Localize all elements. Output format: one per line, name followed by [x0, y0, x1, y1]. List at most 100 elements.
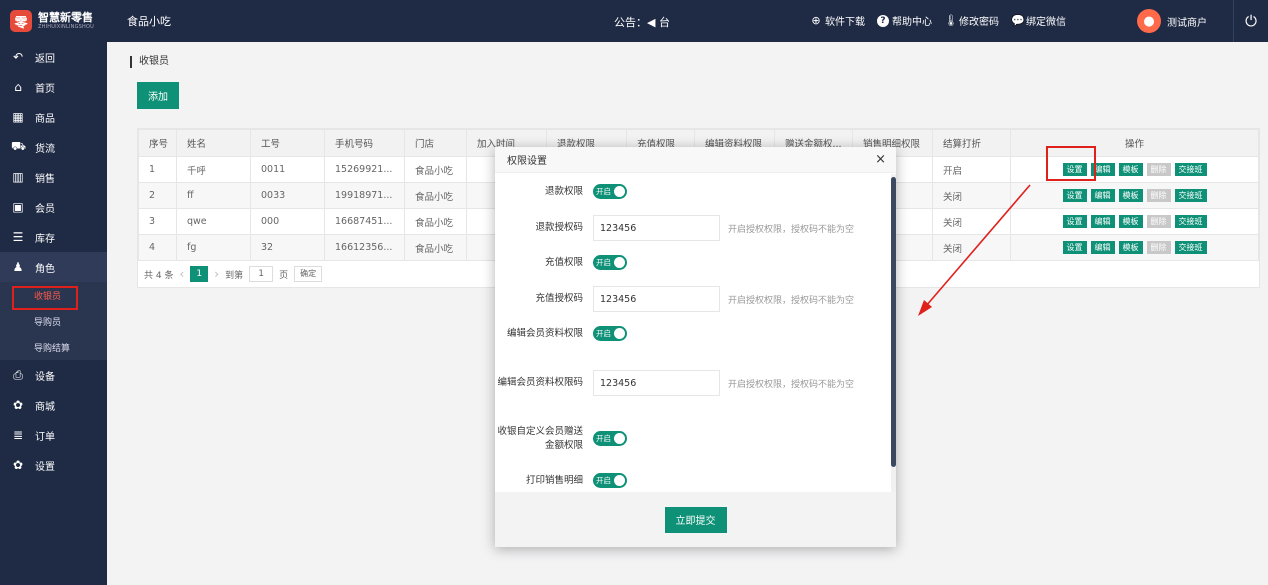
hint-refund-auth-code: 开启授权权限，授权码不能为空 [728, 225, 855, 235]
power-icon: ⏻ [1245, 12, 1257, 30]
dialog-scrollbar[interactable] [891, 174, 896, 492]
dialog-footer: 立即提交 [495, 492, 896, 547]
sidebar-item-home[interactable]: ⌂ 首页 [0, 72, 107, 102]
sidebar-item-members[interactable]: ▣ 会员 [0, 192, 107, 222]
table-cell: 32 [250, 234, 325, 261]
sidebar-item-mall[interactable]: ✿ 商城 [0, 390, 107, 420]
chat-icon: 💬 [1011, 13, 1025, 27]
sidebar-subitem-guide[interactable]: 导购员 [0, 308, 107, 334]
toggle-knob [614, 186, 625, 197]
sidebar-item-back[interactable]: ↶ 返回 [0, 42, 107, 72]
next-page-icon[interactable]: › [214, 267, 219, 281]
form-row-edit-member-auth-code: 编辑会员资料权限码 开启授权权限，授权码不能为空 [495, 370, 890, 396]
template-button[interactable]: 模板 [1118, 215, 1143, 228]
toggle-custom-gift-permission[interactable]: 开启 [593, 431, 627, 446]
toggle-refund-permission[interactable]: 开启 [593, 184, 627, 199]
goto-page-input[interactable]: 1 [249, 266, 274, 282]
shift-handover-button[interactable]: 交接班 [1174, 189, 1207, 202]
printer-icon: ⎙ [13, 367, 23, 382]
logo-subtitle: ZHIHUIXINLINGSHOU [38, 24, 94, 30]
gear-icon: ✿ [12, 398, 24, 412]
col-phone: 手机号码 [324, 129, 405, 157]
sidebar-item-logistics[interactable]: ⛟ 货流 [0, 132, 107, 162]
input-recharge-auth-code[interactable] [593, 286, 720, 312]
table-cell: 0033 [250, 182, 325, 209]
toggle-edit-member-permission[interactable]: 开启 [593, 326, 627, 341]
sidebar-item-roles[interactable]: ♟ 角色 [0, 252, 107, 282]
add-button[interactable]: 添加 [137, 82, 179, 109]
database-icon: ☰ [12, 230, 24, 244]
logo-name: 智慧新零售 [38, 11, 93, 24]
sidebar-item-inventory[interactable]: ☰ 库存 [0, 222, 107, 252]
delete-button[interactable]: 删除 [1146, 241, 1171, 254]
delete-button[interactable]: 删除 [1146, 215, 1171, 228]
operations-cell: 设置 编辑 模板 删除 交接班 [1010, 234, 1259, 261]
member-card-icon: ▣ [12, 200, 24, 214]
col-store: 门店 [404, 129, 467, 157]
home-icon: ⌂ [14, 80, 22, 94]
breadcrumb: 收银员 [130, 56, 169, 68]
notice-bar[interactable]: 公告：◀ 台 [614, 14, 670, 30]
page-1[interactable]: 1 [190, 266, 209, 282]
form-row-edit-member-permission: 编辑会员资料权限 开启 [495, 326, 890, 341]
submit-button[interactable]: 立即提交 [664, 506, 727, 533]
user-menu[interactable]: ● 测试商户 [1137, 9, 1207, 33]
sidebar-item-devices[interactable]: ⎙ 设备 [0, 360, 107, 390]
table-cell: 千呼 [176, 156, 251, 183]
delete-button[interactable]: 删除 [1146, 163, 1171, 176]
operations-cell: 设置 编辑 模板 删除 交接班 [1010, 182, 1259, 209]
table-cell: 16687451... [324, 208, 405, 235]
settings-button[interactable]: 设置 [1062, 241, 1087, 254]
logo[interactable]: 零 智慧新零售 ZHIHUIXINLINGSHOU [0, 0, 107, 42]
settings-button[interactable]: 设置 [1062, 215, 1087, 228]
sidebar-subitem-guide-settlement[interactable]: 导购结算 [0, 334, 107, 360]
table-cell: 食品小吃 [404, 234, 467, 261]
shift-handover-button[interactable]: 交接班 [1174, 241, 1207, 254]
software-download-link[interactable]: ⊕ 软件下载 [810, 13, 865, 28]
template-button[interactable]: 模板 [1118, 163, 1143, 176]
edit-button[interactable]: 编辑 [1090, 215, 1115, 228]
change-password-link[interactable]: 🌡 修改密码 [944, 13, 999, 28]
prev-page-icon[interactable]: ‹ [179, 267, 184, 281]
sidebar-item-goods[interactable]: ▦ 商品 [0, 102, 107, 132]
edit-button[interactable]: 编辑 [1090, 241, 1115, 254]
shift-handover-button[interactable]: 交接班 [1174, 215, 1207, 228]
toggle-print-sales-detail[interactable]: 开启 [593, 473, 627, 488]
operations-cell: 设置 编辑 模板 删除 交接班 [1010, 208, 1259, 235]
template-button[interactable]: 模板 [1118, 241, 1143, 254]
delete-button[interactable]: 删除 [1146, 189, 1171, 202]
help-center-link[interactable]: ? 帮助中心 [877, 13, 932, 28]
sidebar-item-settings[interactable]: ✿ 设置 [0, 450, 107, 480]
input-edit-member-auth-code[interactable] [593, 370, 720, 396]
bind-wechat-link[interactable]: 💬 绑定微信 [1011, 13, 1066, 28]
form-row-print-sales-detail: 打印销售明细 开启 [495, 473, 890, 488]
sidebar-item-sales[interactable]: ▥ 销售 [0, 162, 107, 192]
table-cell: 关闭 [932, 208, 1011, 235]
sidebar-item-orders[interactable]: ≣ 订单 [0, 420, 107, 450]
grid-icon: ▦ [12, 110, 24, 124]
close-icon[interactable]: × [875, 152, 886, 167]
scroll-thumb[interactable] [891, 177, 896, 467]
toggle-knob [614, 475, 625, 486]
logout-button[interactable]: ⏻ [1233, 0, 1268, 42]
toggle-recharge-permission[interactable]: 开启 [593, 255, 627, 270]
shift-handover-button[interactable]: 交接班 [1174, 163, 1207, 176]
top-links: ⊕ 软件下载 ? 帮助中心 🌡 修改密码 💬 绑定微信 [810, 13, 1066, 28]
form-row-refund-permission: 退款权限 开启 [495, 184, 890, 199]
table-cell: 16612356... [324, 234, 405, 261]
template-button[interactable]: 模板 [1118, 189, 1143, 202]
table-cell: 3 [138, 208, 177, 235]
form-row-recharge-auth-code: 充值授权码 开启授权权限，授权码不能为空 [495, 286, 890, 312]
input-refund-auth-code[interactable] [593, 215, 720, 241]
col-settle-discount: 结算打折 [932, 129, 1011, 157]
shop-name: 食品小吃 [127, 15, 171, 28]
download-icon: ⊕ [811, 13, 821, 27]
table-cell: 15269921... [324, 156, 405, 183]
truck-icon: ⛟ [11, 139, 27, 153]
label-refund-permission: 退款权限 [544, 186, 583, 197]
table-cell: 食品小吃 [404, 182, 467, 209]
settings-button[interactable]: 设置 [1062, 189, 1087, 202]
edit-button[interactable]: 编辑 [1090, 189, 1115, 202]
goto-confirm-button[interactable]: 确定 [294, 266, 323, 282]
label-recharge-permission: 充值权限 [544, 257, 583, 268]
